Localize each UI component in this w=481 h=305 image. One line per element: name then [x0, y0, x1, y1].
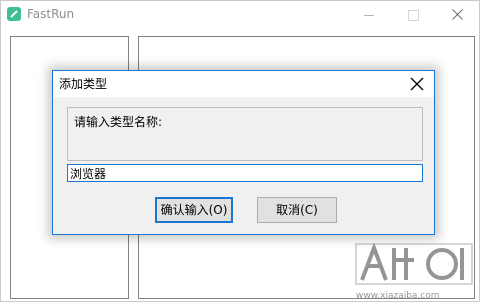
window-titlebar[interactable]: FastRun	[1, 1, 479, 29]
dialog-title: 添加类型	[59, 77, 108, 91]
fastrun-app-icon	[6, 6, 22, 22]
prompt-group-box: 请输入类型名称:	[67, 107, 423, 161]
watermark-logo: www.xiazaiba.com	[350, 240, 478, 302]
prompt-label: 请输入类型名称:	[74, 115, 163, 129]
add-type-dialog: 添加类型 请输入类型名称: 确认输入(O) 取消(C)	[52, 70, 435, 235]
close-icon[interactable]	[435, 1, 479, 29]
confirm-button[interactable]: 确认输入(O)	[155, 197, 233, 223]
window-title: FastRun	[27, 7, 75, 21]
type-name-input[interactable]	[67, 164, 423, 182]
minimize-icon[interactable]	[347, 1, 391, 29]
maximize-icon[interactable]	[391, 1, 435, 29]
dialog-close-icon[interactable]	[400, 71, 434, 97]
cancel-button[interactable]: 取消(C)	[257, 197, 337, 223]
dialog-titlebar[interactable]: 添加类型	[53, 71, 434, 97]
watermark-url: www.xiazaiba.com	[356, 291, 440, 301]
